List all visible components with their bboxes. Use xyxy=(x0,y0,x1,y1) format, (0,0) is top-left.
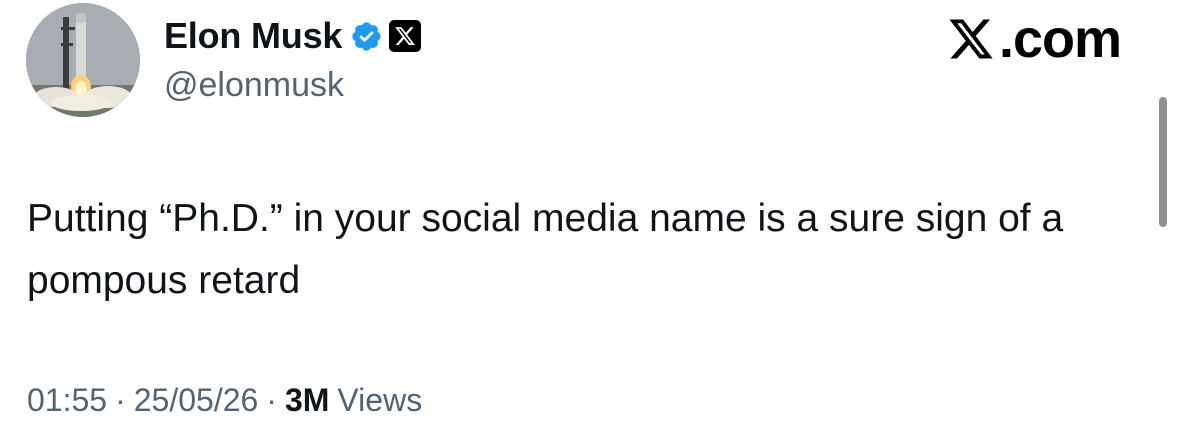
tweet-meta: 01:55 · 25/05/26 · 3M Views xyxy=(27,382,422,419)
user-handle[interactable]: @elonmusk xyxy=(164,66,344,105)
avatar[interactable] xyxy=(26,3,140,117)
display-name[interactable]: Elon Musk xyxy=(164,15,342,57)
x-com-brand: .com xyxy=(945,9,1122,69)
meta-separator: · xyxy=(115,382,126,418)
x-affiliate-badge xyxy=(389,20,422,52)
verified-badge-icon xyxy=(352,21,381,51)
tweet-date[interactable]: 25/05/26 xyxy=(134,382,259,419)
tweet-time[interactable]: 01:55 xyxy=(27,382,107,419)
meta-separator: · xyxy=(266,382,277,418)
rocket-launch-image xyxy=(26,3,140,117)
x-logo-icon xyxy=(949,19,993,59)
author-name-row: Elon Musk xyxy=(164,14,422,58)
tweet-text: Putting “Ph.D.” in your social media nam… xyxy=(27,197,1064,302)
x-logo-icon xyxy=(395,27,416,45)
views-label: Views xyxy=(337,382,423,418)
scrollbar[interactable] xyxy=(1159,97,1167,227)
views-count[interactable]: 3M xyxy=(285,382,329,419)
brand-label: .com xyxy=(998,9,1122,69)
